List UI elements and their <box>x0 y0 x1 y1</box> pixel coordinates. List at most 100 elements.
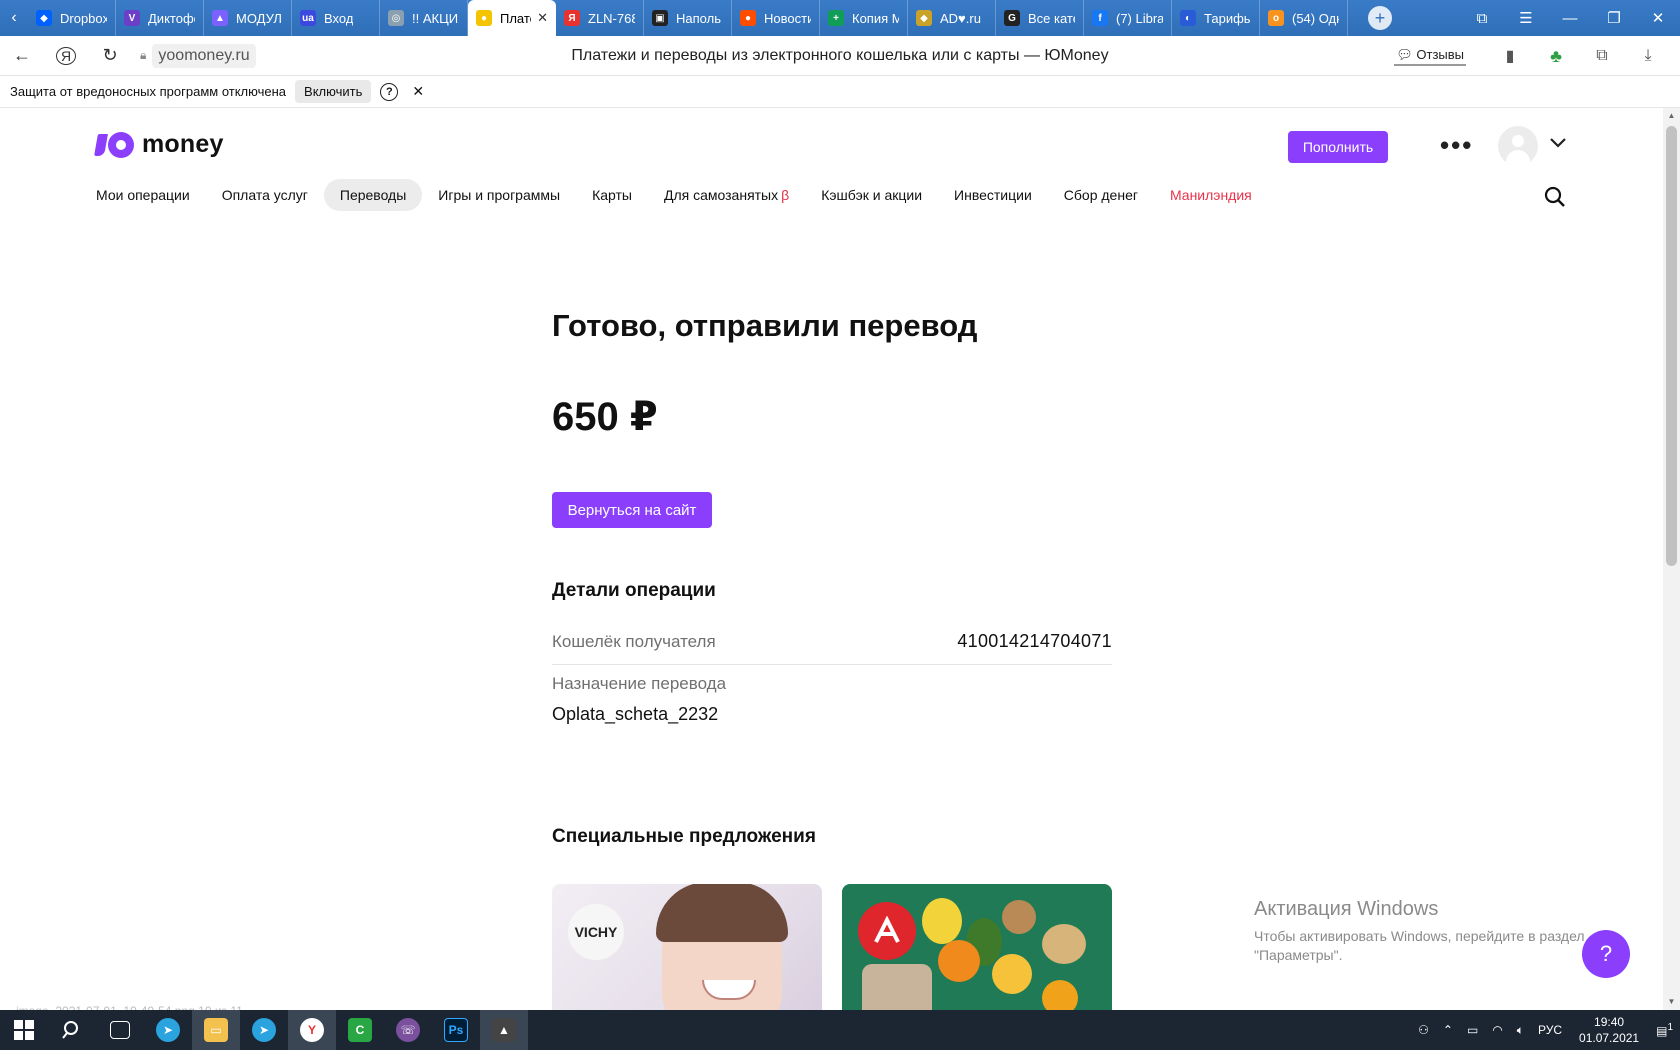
windows-start-icon[interactable] <box>0 1010 48 1050</box>
url-field[interactable]: 🔒︎ yoomoney.ru <box>140 43 256 68</box>
browser-tab[interactable]: ● Платежи ✕ <box>468 0 556 36</box>
battery-icon[interactable]: ▭ <box>1460 1023 1485 1037</box>
copy-icon[interactable]: ⧉ <box>1582 47 1622 65</box>
yandex-home-icon[interactable]: Я <box>44 46 88 65</box>
taskbar-search-icon[interactable] <box>48 1010 96 1050</box>
tab-label: Копия М <box>852 10 899 26</box>
url-text[interactable]: yoomoney.ru <box>152 43 256 68</box>
tab-label: Наполь <box>676 10 721 26</box>
nav-item-label: Сбор денег <box>1063 187 1138 203</box>
browser-tab[interactable]: ◐ Тарифы <box>1172 0 1260 36</box>
minimize-button[interactable]: — <box>1548 10 1592 27</box>
offer-card-vichy[interactable]: VICHY <box>552 884 822 1010</box>
tab-label: (7) Libra <box>1116 10 1163 26</box>
restore-button[interactable]: ❐ <box>1592 9 1636 27</box>
browser-tab[interactable]: ▲ МОДУЛЬ <box>204 0 292 36</box>
windows-activation-watermark: Активация Windows Чтобы активировать Win… <box>1254 898 1614 965</box>
clock[interactable]: 19:40 01.07.2021 <box>1569 1014 1649 1046</box>
nav-item[interactable]: Кэшбэк и акции <box>805 179 938 211</box>
photos-icon[interactable]: ▲ <box>480 1010 528 1050</box>
browser-tab[interactable]: ◎ !! АКЦИЯ <box>380 0 468 36</box>
yoomoney-logo[interactable]: money <box>94 130 224 159</box>
browser-tab[interactable]: Я ZLN-768 <box>556 0 644 36</box>
reload-icon[interactable]: ↻ <box>88 45 132 66</box>
result-title: Готово, отправили перевод <box>552 308 978 343</box>
photoshop-icon[interactable]: Ps <box>432 1010 480 1050</box>
tab-manager-icon[interactable]: ⧉ <box>1460 10 1504 27</box>
protection-notice-bar: Защита от вредоносных программ отключена… <box>0 76 1680 108</box>
viber-icon[interactable]: ☏ <box>384 1010 432 1050</box>
help-icon[interactable]: ? <box>380 82 399 101</box>
yandex-browser-icon[interactable]: Y <box>288 1010 336 1050</box>
camtasia-icon[interactable]: C <box>336 1010 384 1050</box>
help-chat-button[interactable]: ? <box>1582 930 1630 978</box>
auchan-logo <box>858 902 916 960</box>
nav-item[interactable]: Инвестиции <box>938 179 1048 211</box>
browser-tab[interactable]: ▣ Наполь <box>644 0 732 36</box>
nav-item[interactable]: Для самозанятых β <box>648 179 805 211</box>
browser-tab[interactable]: ◆ AD♥.ru <box>908 0 996 36</box>
volume-icon[interactable]: 🔈︎ <box>1510 1023 1531 1038</box>
more-options-icon[interactable]: ••• <box>1440 132 1473 158</box>
scrollbar-thumb[interactable] <box>1666 126 1677 566</box>
back-arrow-icon[interactable]: ← <box>0 45 44 66</box>
tab-list: ◆ Dropbox V Диктофон ▲ МОДУЛЬ ua Вход ◎ !! АКЦИЯ ●… <box>28 0 1348 36</box>
tabs-scroll-left-icon[interactable]: ‹ <box>0 0 28 36</box>
telegram-icon[interactable]: ➤ <box>144 1010 192 1050</box>
tab-label: Диктофон <box>148 10 195 26</box>
nav-item-label: Оплата услуг <box>221 187 308 203</box>
window-controls: ⧉ ☰ — ❐ ✕ <box>1460 0 1680 36</box>
back-to-site-button[interactable]: Вернуться на сайт <box>552 492 712 528</box>
close-window-button[interactable]: ✕ <box>1636 9 1680 27</box>
browser-tab[interactable]: + Копия М <box>820 0 908 36</box>
chevron-down-icon[interactable] <box>1550 132 1566 153</box>
wifi-icon[interactable]: ◠ <box>1485 1023 1509 1037</box>
bookmark-icon[interactable]: ▮ <box>1490 46 1530 66</box>
browser-tab[interactable]: f (7) Libra <box>1084 0 1172 36</box>
download-icon[interactable]: ⤓ <box>1628 47 1668 65</box>
browser-tab[interactable]: о (54) Одн <box>1260 0 1348 36</box>
browser-tab[interactable]: ◆ Dropbox <box>28 0 116 36</box>
nav-item[interactable]: Оплата услуг <box>206 179 324 211</box>
page-scrollbar[interactable]: ▲ ▼ <box>1663 108 1680 1010</box>
evernote-icon[interactable]: ♣ <box>1536 46 1576 67</box>
menu-icon[interactable]: ☰ <box>1504 9 1548 27</box>
recipient-wallet: 410014214704071 <box>957 631 1112 651</box>
tab-favicon-icon: ▲ <box>212 10 228 26</box>
browser-tab[interactable]: ● Новости <box>732 0 820 36</box>
scroll-down-icon[interactable]: ▼ <box>1663 994 1680 1010</box>
close-notice-icon[interactable]: ✕ <box>412 83 424 100</box>
tab-favicon-icon: о <box>1268 10 1284 26</box>
address-bar: Платежи и переводы из электронного кошел… <box>0 36 1680 76</box>
task-view-icon[interactable] <box>96 1010 144 1050</box>
nut-shape <box>1002 900 1036 934</box>
language-indicator[interactable]: РУС <box>1531 1023 1569 1037</box>
tab-close-icon[interactable]: ✕ <box>537 10 548 26</box>
nav-item[interactable]: Игры и программы <box>422 179 576 211</box>
scroll-up-icon[interactable]: ▲ <box>1663 108 1680 124</box>
nav-item[interactable]: Переводы <box>323 179 423 211</box>
search-icon[interactable] <box>1544 186 1566 208</box>
file-explorer-icon[interactable]: ▭ <box>192 1010 240 1050</box>
tab-favicon-icon: ◎ <box>388 10 404 26</box>
browser-tab[interactable]: G Все кате <box>996 0 1084 36</box>
topup-button[interactable]: Пополнить <box>1288 131 1388 163</box>
nav-item[interactable]: Карты <box>576 179 648 211</box>
people-icon[interactable]: ⚇ <box>1411 1023 1436 1037</box>
reviews-button[interactable]: 💬︎ Отзывы <box>1394 47 1466 66</box>
recipient-row: Кошелёк получателя 410014214704071 <box>552 620 1112 665</box>
nav-item[interactable]: Мои операции <box>96 179 206 211</box>
nav-item[interactable]: Манилэндия <box>1154 179 1268 211</box>
tab-label: !! АКЦИЯ <box>412 10 459 26</box>
offer-card-auchan[interactable] <box>842 884 1112 1010</box>
notifications-icon[interactable]: ▤1 <box>1649 1022 1680 1038</box>
browser-tab[interactable]: ua Вход <box>292 0 380 36</box>
new-tab-button[interactable]: + <box>1368 6 1392 30</box>
avatar[interactable] <box>1498 126 1538 166</box>
nav-item[interactable]: Сбор денег <box>1048 179 1154 211</box>
tray-expand-icon[interactable]: ⌃ <box>1436 1023 1460 1037</box>
telegram-alt-icon[interactable]: ➤ <box>240 1010 288 1050</box>
browser-tab[interactable]: V Диктофон <box>116 0 204 36</box>
enable-protection-button[interactable]: Включить <box>295 80 372 103</box>
page-content: money Пополнить ••• Мои операции Оплата у… <box>0 108 1663 1010</box>
